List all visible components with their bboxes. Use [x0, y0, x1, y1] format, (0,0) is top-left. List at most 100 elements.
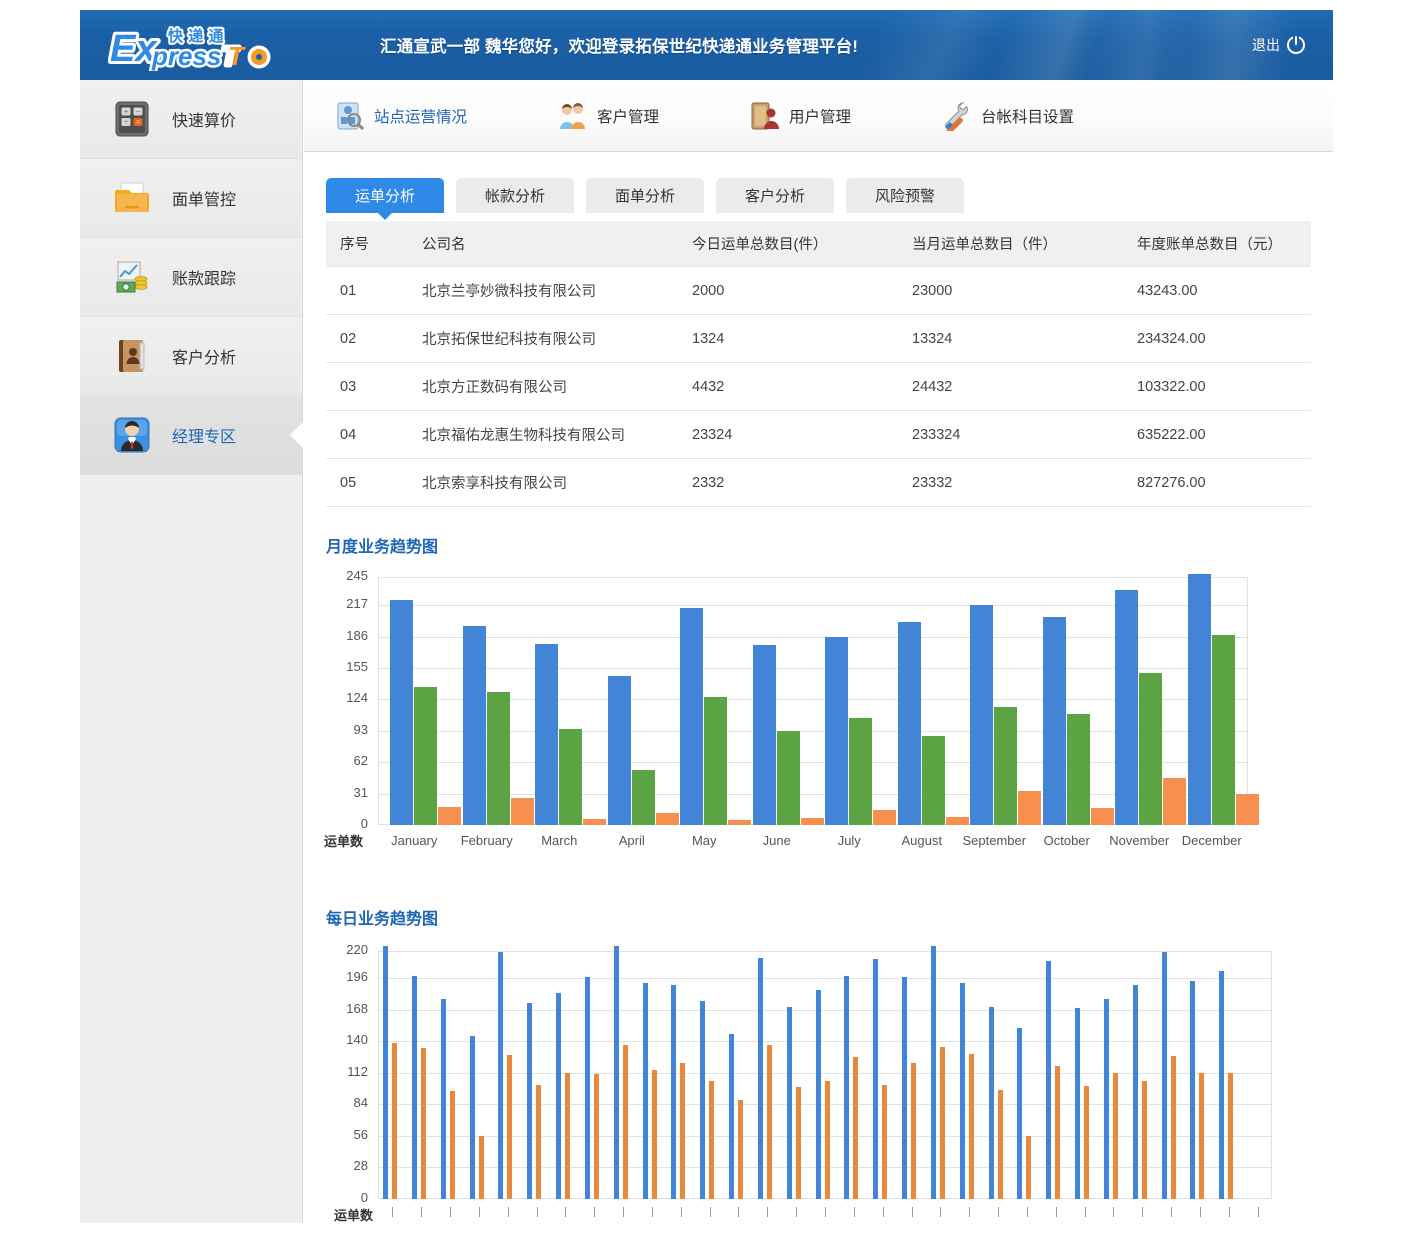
bar[interactable]: [1115, 590, 1138, 825]
bar[interactable]: [970, 605, 993, 825]
bar[interactable]: [656, 813, 679, 825]
bar[interactable]: [392, 1043, 397, 1199]
bar[interactable]: [898, 622, 921, 825]
bar[interactable]: [1043, 617, 1066, 825]
bar[interactable]: [1026, 1136, 1031, 1199]
bar[interactable]: [536, 1085, 541, 1199]
bar[interactable]: [825, 1081, 830, 1199]
bar[interactable]: [911, 1063, 916, 1199]
bar[interactable]: [796, 1087, 801, 1199]
bar[interactable]: [989, 1007, 994, 1199]
bar[interactable]: [777, 731, 800, 825]
bar[interactable]: [998, 1090, 1003, 1199]
bar[interactable]: [1104, 999, 1109, 1199]
sidebar-item-quick-pricing[interactable]: + − ÷ = 快速算价: [80, 80, 302, 159]
bar[interactable]: [969, 1054, 974, 1199]
bar[interactable]: [1113, 1073, 1118, 1199]
bar[interactable]: [704, 697, 727, 825]
table-row[interactable]: 03北京方正数码有限公司443224432103322.00: [326, 363, 1311, 411]
bar[interactable]: [849, 718, 872, 825]
bar[interactable]: [412, 976, 417, 1199]
bar[interactable]: [1046, 961, 1051, 1199]
bar[interactable]: [946, 817, 969, 825]
bar[interactable]: [614, 946, 619, 1199]
bar[interactable]: [700, 1001, 705, 1199]
bar[interactable]: [1190, 981, 1195, 1199]
bar[interactable]: [556, 993, 561, 1199]
bar[interactable]: [816, 990, 821, 1199]
bar[interactable]: [1228, 1073, 1233, 1199]
bar[interactable]: [498, 952, 503, 1199]
table-row[interactable]: 04北京福佑龙惠生物科技有限公司23324233324635222.00: [326, 411, 1311, 459]
column-header-month-total[interactable]: 当月运单总数目（件）: [912, 221, 1137, 267]
bar[interactable]: [652, 1070, 657, 1199]
bar[interactable]: [960, 983, 965, 1199]
topnav-item-site-operations[interactable]: 站点运营情况: [334, 80, 467, 152]
bar[interactable]: [994, 707, 1017, 825]
bar[interactable]: [709, 1081, 714, 1199]
bar[interactable]: [1212, 635, 1235, 825]
bar[interactable]: [1236, 794, 1259, 825]
table-row[interactable]: 01北京兰亭妙微科技有限公司20002300043243.00: [326, 267, 1311, 315]
bar[interactable]: [608, 676, 631, 825]
sidebar-item-manager-zone[interactable]: 经理专区: [80, 396, 302, 475]
bar[interactable]: [1084, 1086, 1089, 1199]
bar[interactable]: [738, 1100, 743, 1199]
topnav-item-ledger-settings[interactable]: 台帐科目设置: [941, 80, 1074, 152]
bar[interactable]: [470, 1036, 475, 1199]
bar[interactable]: [390, 600, 413, 825]
bar[interactable]: [671, 985, 676, 1199]
table-row[interactable]: 02北京拓保世纪科技有限公司132413324234324.00: [326, 315, 1311, 363]
tab-risk-warning[interactable]: 风险预警: [846, 178, 964, 213]
bar[interactable]: [421, 1048, 426, 1199]
bar[interactable]: [825, 637, 848, 825]
bar[interactable]: [940, 1047, 945, 1199]
bar[interactable]: [844, 976, 849, 1199]
bar[interactable]: [767, 1045, 772, 1199]
brand-logo[interactable]: Ex Ex pressT press T 快 递 通 快 递 通: [108, 19, 288, 71]
bar[interactable]: [1199, 1073, 1204, 1199]
bar[interactable]: [1142, 1081, 1147, 1199]
table-row[interactable]: 05北京索享科技有限公司233223332827276.00: [326, 459, 1311, 507]
bar[interactable]: [902, 977, 907, 1199]
bar[interactable]: [623, 1045, 628, 1199]
bar[interactable]: [1055, 1066, 1060, 1199]
bar[interactable]: [565, 1073, 570, 1199]
tab-form-analysis[interactable]: 面单分析: [586, 178, 704, 213]
bar[interactable]: [463, 626, 486, 825]
bar[interactable]: [787, 1007, 792, 1199]
bar[interactable]: [801, 818, 824, 825]
bar[interactable]: [873, 959, 878, 1199]
bar[interactable]: [1188, 574, 1211, 825]
bar[interactable]: [527, 1003, 532, 1199]
column-header-company[interactable]: 公司名: [422, 221, 692, 267]
bar[interactable]: [1219, 971, 1224, 1199]
bar[interactable]: [383, 946, 388, 1199]
bar[interactable]: [583, 819, 606, 825]
bar[interactable]: [479, 1136, 484, 1199]
bar[interactable]: [1018, 791, 1041, 825]
bar[interactable]: [643, 983, 648, 1199]
bar[interactable]: [511, 798, 534, 825]
bar[interactable]: [559, 729, 582, 825]
sidebar-item-waybill-control[interactable]: 面单管控: [80, 159, 302, 238]
bar[interactable]: [680, 1063, 685, 1199]
bar[interactable]: [1075, 1008, 1080, 1199]
column-header-index[interactable]: 序号: [326, 221, 422, 267]
bar[interactable]: [414, 687, 437, 825]
bar[interactable]: [1139, 673, 1162, 825]
logout-button[interactable]: 退出: [1252, 10, 1305, 80]
topnav-item-customer-management[interactable]: 客户管理: [557, 80, 659, 152]
bar[interactable]: [1162, 952, 1167, 1199]
bar[interactable]: [758, 958, 763, 1199]
bar[interactable]: [873, 810, 896, 825]
bar[interactable]: [1163, 778, 1186, 825]
bar[interactable]: [450, 1091, 455, 1199]
bar[interactable]: [487, 692, 510, 825]
bar[interactable]: [632, 770, 655, 825]
bar[interactable]: [853, 1057, 858, 1199]
bar[interactable]: [922, 736, 945, 825]
bar[interactable]: [1171, 1056, 1176, 1199]
tab-waybill-analysis[interactable]: 运单分析: [326, 178, 444, 213]
bar[interactable]: [680, 608, 703, 825]
